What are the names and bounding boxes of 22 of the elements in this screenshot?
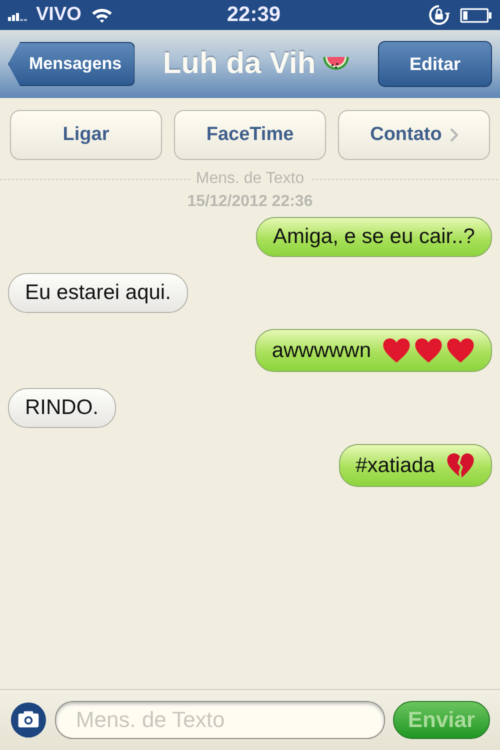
wifi-icon	[91, 7, 114, 23]
action-button[interactable]: FaceTime	[174, 110, 326, 160]
rotation-lock-icon	[428, 4, 450, 26]
back-button[interactable]: Mensagens	[8, 42, 135, 86]
action-button[interactable]: Ligar	[10, 110, 162, 160]
message-text: Eu estarei aqui.	[25, 281, 171, 305]
heart-icon	[446, 337, 475, 364]
message-text: Amiga, e se eu cair..?	[273, 225, 475, 249]
heart-icon	[414, 337, 443, 364]
battery-icon	[460, 8, 492, 22]
message-text: #xatiada	[356, 454, 435, 478]
camera-icon	[10, 700, 47, 740]
edit-button[interactable]: Editar	[378, 41, 492, 87]
carrier-name: VIVO	[36, 4, 82, 26]
status-time: 22:39	[226, 3, 282, 27]
action-button[interactable]: Contato	[338, 110, 490, 160]
heart-icon	[382, 337, 411, 364]
thread-date: 15/12/2012 22:36	[186, 193, 314, 211]
message-text: RINDO.	[25, 396, 98, 420]
contact-name: Luh da Vih	[162, 47, 316, 81]
message-text: awwwwwn	[272, 338, 371, 362]
broken-heart-icon	[446, 452, 475, 479]
